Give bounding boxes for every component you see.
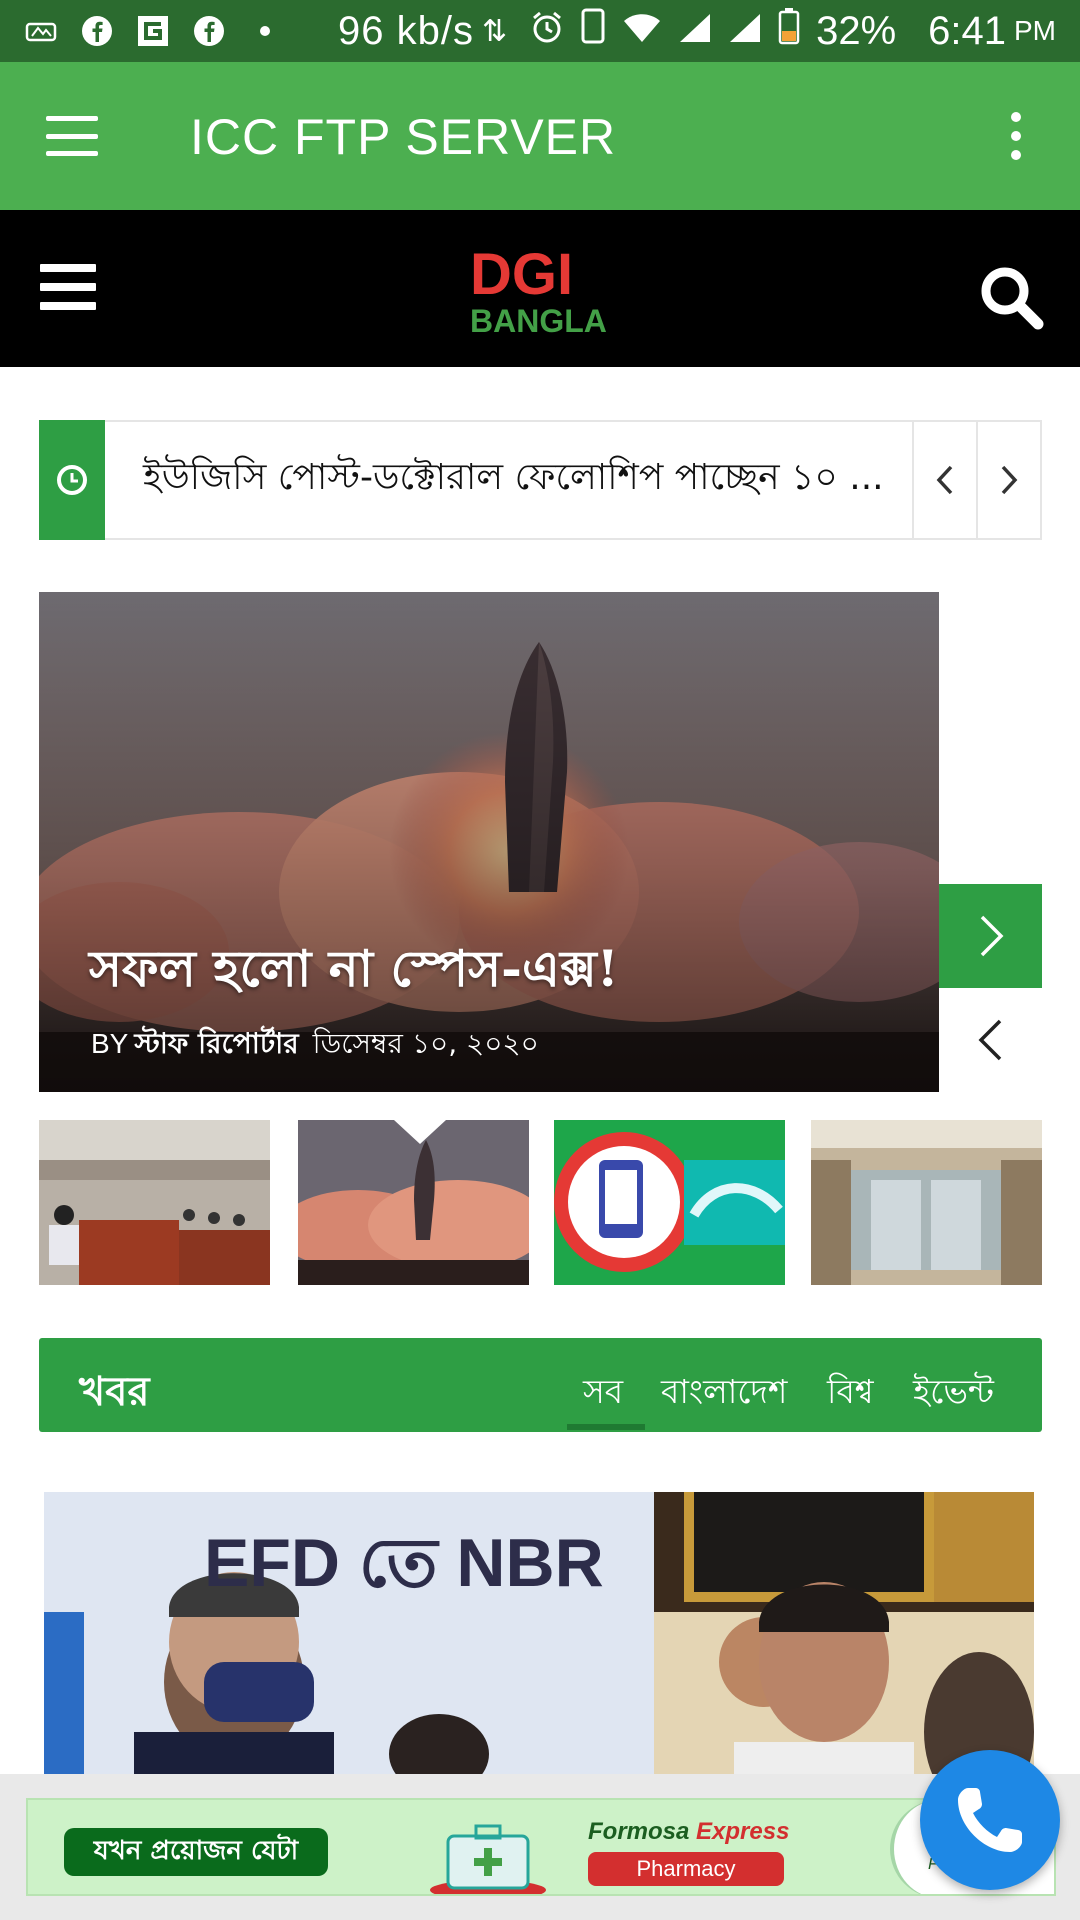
logo-bottom-text: BANGLA [470,303,607,338]
site-menu-icon[interactable] [40,264,96,310]
site-logo[interactable]: DGI BANGLA [466,242,616,339]
author-name[interactable]: স্টাফ রিপোর্টার [134,1027,298,1060]
tab-world[interactable]: বিশ্ব [827,1366,874,1422]
active-thumb-pointer [394,1120,446,1144]
featured-title[interactable]: সফল হলো না স্পেস-এক্স! [89,932,619,1015]
app-bar: ICC FTP SERVER [0,62,1080,210]
ad-brand: Formosa Express [588,1818,789,1846]
overflow-menu-icon[interactable] [1004,112,1028,160]
call-button[interactable] [920,1750,1060,1890]
tab-events[interactable]: ইভেন্ট [913,1366,994,1422]
facebook-icon [80,14,114,48]
clock-ampm: PM [1014,15,1056,46]
thumbnail-2[interactable] [298,1120,529,1285]
phone-icon [958,1788,1022,1852]
clock-icon [39,420,105,540]
ad-brand-accent: Express [696,1818,790,1845]
slider-thumbnails [39,1120,1042,1285]
ad-area: যখন প্রয়োজন যেটা Formosa Express Pharma… [0,1774,1080,1920]
section-title: খবর [79,1369,150,1415]
thumbnail-1[interactable] [39,1120,270,1285]
post-date: ডিসেম্বর ১০, ২০২০ [312,1027,539,1060]
facebook-icon-2 [192,14,226,48]
news-category-bar: খবর সব বাংলাদেশ বিশ্ব ইভেন্ট [39,1338,1042,1432]
thumbnail-4[interactable] [811,1120,1042,1285]
ticker-headline[interactable]: ইউজিসি পোস্ট-ডক্টোরাল ফেলোশিপ পাচ্ছেন ১০… [105,422,912,538]
chevron-right-icon [980,915,1003,957]
signal-icon [678,9,712,54]
network-speed: 96 kb/s [338,8,474,53]
article-image[interactable]: EFD তে NBR [44,1492,1034,1774]
status-bar: 96 kb/s ⇅ 32% 6:41 PM [0,0,1080,62]
alarm-icon [530,9,564,54]
featured-slider[interactable]: সফল হলো না স্পেস-এক্স! BY স্টাফ রিপোর্টার… [39,592,1042,1092]
ad-pharmacy-label: Pharmacy [588,1852,784,1886]
vibrate-icon [580,8,606,54]
chevron-left-icon [978,1019,1001,1061]
battery-icon [778,7,800,55]
by-label: BY [91,1028,129,1059]
wifi-icon [622,9,662,54]
ad-brand-prefix: Formosa [588,1818,697,1845]
chevron-left-icon [936,465,953,495]
data-transfer-icon: ⇅ [481,14,508,48]
dot-icon [248,14,282,48]
g-app-icon [136,14,170,48]
nav-drawer-menu-icon[interactable] [46,116,98,156]
tab-all[interactable]: সব [583,1366,623,1422]
thumbnail-3[interactable] [554,1120,785,1285]
first-aid-kit-icon [428,1814,548,1894]
site-header: DGI BANGLA [0,210,1080,367]
battery-percent: 32% [816,8,897,53]
app-notification-icon [24,14,58,48]
search-icon[interactable] [976,262,1046,332]
ad-banner[interactable]: যখন প্রয়োজন যেটা Formosa Express Pharma… [26,1798,1056,1896]
chevron-right-icon [1001,465,1018,495]
featured-image[interactable] [39,592,979,1092]
ticker-next-button[interactable] [976,422,1040,538]
article-image-caption: EFD তে NBR [204,1525,604,1601]
news-ticker: ইউজিসি পোস্ট-ডক্টোরাল ফেলোশিপ পাচ্ছেন ১০… [39,420,1042,540]
active-tab-indicator [567,1424,645,1430]
app-title: ICC FTP SERVER [190,109,617,165]
tab-bangladesh[interactable]: বাংলাদেশ [661,1366,787,1422]
featured-meta: BY স্টাফ রিপোর্টার ডিসেম্বর ১০, ২০২০ [91,1022,539,1069]
signal-icon-2 [728,9,762,54]
clock-time: 6:41 [928,8,1006,53]
ad-tagline: যখন প্রয়োজন যেটা [64,1828,328,1876]
slider-next-button[interactable] [939,884,1042,988]
logo-top-text: DGI [470,242,573,307]
slider-prev-button[interactable] [939,988,1042,1092]
ticker-prev-button[interactable] [912,422,976,538]
